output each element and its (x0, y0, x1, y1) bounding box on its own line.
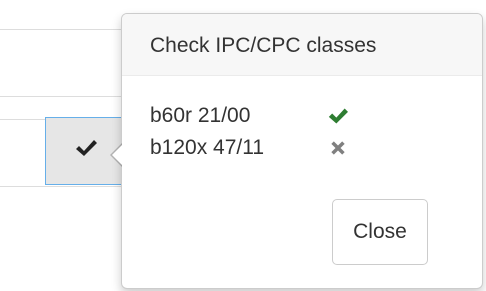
table-divider (0, 96, 140, 97)
table-divider (0, 186, 140, 187)
check-icon (76, 140, 97, 156)
popover-arrow-fill (112, 144, 123, 166)
check-icon (328, 108, 348, 124)
page: Check IPC/CPC classes b60r 21/00 b120x 4… (0, 0, 486, 291)
popover-title: Check IPC/CPC classes (122, 14, 482, 76)
class-code: b60r 21/00 (150, 104, 251, 127)
class-row-valid: b60r 21/00 (150, 104, 472, 136)
class-code: b120x 47/11 (150, 136, 265, 159)
classes-popover: Check IPC/CPC classes b60r 21/00 b120x 4… (110, 13, 483, 289)
popover-body: b60r 21/00 b120x 47/11 (150, 104, 472, 168)
class-row-invalid: b120x 47/11 (150, 136, 472, 168)
table-divider (0, 29, 140, 30)
close-button[interactable]: Close (332, 199, 428, 265)
cross-icon (331, 141, 345, 155)
